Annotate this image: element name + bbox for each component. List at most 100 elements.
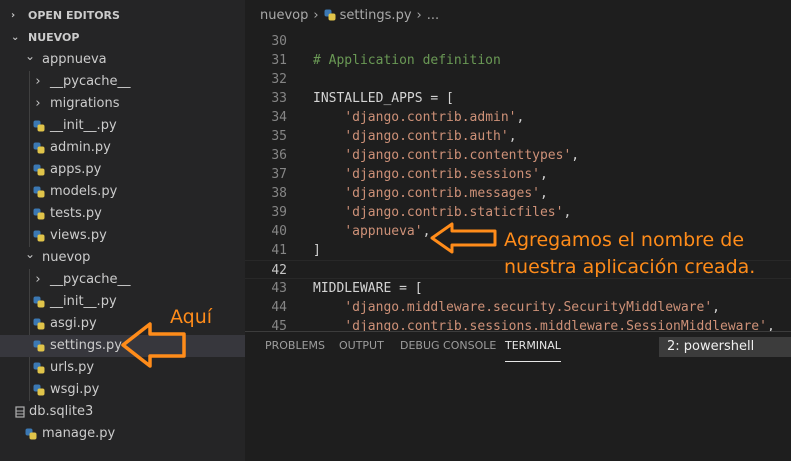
tree-file[interactable]: __init__.py [0, 115, 245, 137]
python-file-icon [33, 164, 45, 176]
tree-item-label: __init__.py [50, 294, 117, 309]
line-number: 37 [271, 167, 287, 182]
code-text: 'django.contrib.messages', [344, 186, 548, 201]
terminal-select[interactable]: 2: powershell [659, 337, 791, 357]
code-text: 'django.middleware.security.SecurityMidd… [344, 300, 720, 315]
code-line[interactable]: 34 'django.contrib.admin', [245, 108, 791, 127]
tab-debug-console[interactable]: DEBUG CONSOLE [400, 332, 496, 362]
code-line[interactable]: 33 INSTALLED_APPS = [ [245, 89, 791, 108]
python-file-icon [25, 428, 37, 440]
tree-item-label: __pycache__ [50, 272, 131, 287]
chevron-down-icon[interactable]: ⌄ [24, 45, 36, 67]
code-text: 'django.contrib.staticfiles', [344, 205, 572, 220]
tree-folder[interactable]: ⌄ nuevop [0, 247, 245, 269]
line-number: 36 [271, 148, 287, 163]
breadcrumb-more[interactable]: ... [427, 8, 439, 23]
explorer-sidebar: › OPEN EDITORS ⌄ NUEVOP ⌄ appnueva › __pyca… [0, 0, 245, 461]
line-number: 31 [271, 53, 287, 68]
tree-item-label: __pycache__ [50, 74, 131, 89]
chevron-right-icon[interactable]: › [32, 71, 44, 93]
open-editors-header[interactable]: › OPEN EDITORS [0, 5, 245, 27]
python-file-icon [33, 208, 45, 220]
bottom-panel: PROBLEMS OUTPUT DEBUG CONSOLE TERMINAL 2… [245, 331, 791, 461]
python-file-icon [33, 340, 45, 352]
tree-item-label: __init__.py [50, 118, 117, 133]
chevron-down-icon[interactable]: ⌄ [24, 243, 36, 265]
line-number: 34 [271, 110, 287, 125]
tree-folder[interactable]: › __pycache__ [0, 71, 245, 93]
tree-file[interactable]: admin.py [0, 137, 245, 159]
tree-file[interactable]: db.sqlite3 [0, 401, 245, 423]
code-line[interactable]: 32 [245, 70, 791, 89]
tree-item-label: models.py [50, 184, 118, 199]
tree-folder[interactable]: › migrations [0, 93, 245, 115]
tree-item-label: wsgi.py [50, 382, 100, 397]
tree-item-label: apps.py [50, 162, 102, 177]
tab-terminal[interactable]: TERMINAL [505, 332, 561, 362]
python-file-icon [33, 296, 45, 308]
tree-file[interactable]: apps.py [0, 159, 245, 181]
line-number: 41 [271, 243, 287, 258]
line-number: 40 [271, 224, 287, 239]
database-file-icon [15, 406, 25, 418]
python-file-icon [324, 9, 336, 21]
chevron-right-icon[interactable]: › [32, 93, 44, 115]
code-text: 'django.contrib.sessions', [344, 167, 548, 182]
editor-annotation-line1: Agregamos el nombre de [504, 229, 745, 251]
code-text: 'appnueva', [344, 224, 431, 239]
code-line[interactable]: 37 'django.contrib.sessions', [245, 165, 791, 184]
code-text: 'django.contrib.contenttypes', [344, 148, 580, 163]
tree-folder[interactable]: ⌄ appnueva [0, 49, 245, 71]
code-text: # Application definition [313, 53, 501, 68]
tree-item-label: manage.py [42, 426, 116, 441]
editor-annotation-line2: nuestra aplicación creada. [504, 256, 756, 278]
breadcrumb-folder[interactable]: nuevop [260, 8, 308, 23]
code-line[interactable]: 43 MIDDLEWARE = [ [245, 279, 791, 298]
annotation-arrow-left-icon [430, 222, 497, 254]
chevron-right-icon: › [416, 8, 422, 23]
code-line[interactable]: 38 'django.contrib.messages', [245, 184, 791, 203]
line-number: 43 [271, 281, 287, 296]
code-text: 'django.contrib.admin', [344, 110, 525, 125]
tab-output[interactable]: OUTPUT [339, 332, 384, 362]
line-number: 45 [271, 319, 287, 331]
line-number: 30 [271, 34, 287, 49]
line-number: 44 [271, 300, 287, 315]
code-line[interactable]: 45 'django.contrib.sessions.middleware.S… [245, 317, 791, 331]
code-line[interactable]: 30 [245, 32, 791, 51]
tree-file[interactable]: manage.py [0, 423, 245, 445]
tree-item-label: urls.py [50, 360, 95, 375]
tree-file[interactable]: wsgi.py [0, 379, 245, 401]
breadcrumb-file[interactable]: settings.py [340, 8, 412, 23]
code-line[interactable]: 39 'django.contrib.staticfiles', [245, 203, 791, 222]
code-text: 'django.contrib.sessions.middleware.Sess… [344, 319, 775, 331]
code-line[interactable]: 36 'django.contrib.contenttypes', [245, 146, 791, 165]
tree-folder[interactable]: › __pycache__ [0, 269, 245, 291]
tree-file[interactable]: tests.py [0, 203, 245, 225]
workspace-header[interactable]: ⌄ NUEVOP [0, 27, 245, 49]
tree-item-label: admin.py [50, 140, 111, 155]
code-line[interactable]: 44 'django.middleware.security.SecurityM… [245, 298, 791, 317]
code-text: MIDDLEWARE = [ [313, 281, 423, 296]
python-file-icon [33, 318, 45, 330]
tab-problems[interactable]: PROBLEMS [265, 332, 325, 362]
line-number: 39 [271, 205, 287, 220]
tree-item-label: asgi.py [50, 316, 97, 331]
breadcrumb: nuevop › settings.py ›... [245, 0, 791, 32]
code-text: 'django.contrib.auth', [344, 129, 517, 144]
tree-item-label: db.sqlite3 [29, 404, 94, 419]
chevron-right-icon: › [313, 8, 319, 23]
line-number: 38 [271, 186, 287, 201]
code-line[interactable]: 31 # Application definition [245, 51, 791, 70]
python-file-icon [33, 186, 45, 198]
line-number: 35 [271, 129, 287, 144]
tree-file[interactable]: views.py [0, 225, 245, 247]
code-editor[interactable]: nuevop › settings.py ›... 30 31 # Application… [245, 0, 791, 331]
tree-file[interactable]: models.py [0, 181, 245, 203]
python-file-icon [33, 384, 45, 396]
python-file-icon [33, 362, 45, 374]
python-file-icon [33, 230, 45, 242]
tree-item-label: views.py [50, 228, 107, 243]
chevron-right-icon[interactable]: › [32, 269, 44, 291]
code-line[interactable]: 35 'django.contrib.auth', [245, 127, 791, 146]
